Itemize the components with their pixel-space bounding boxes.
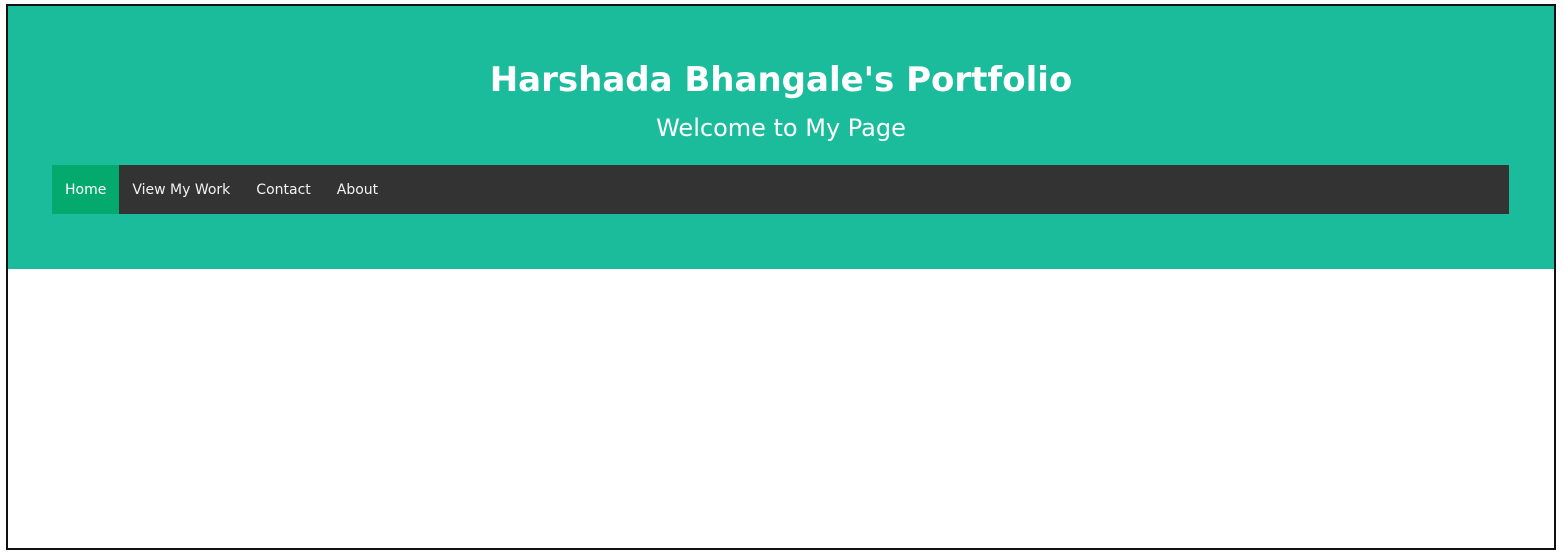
nav-item-view-my-work[interactable]: View My Work: [119, 165, 243, 214]
nav-item-about[interactable]: About: [324, 165, 391, 214]
browser-viewport: Harshada Bhangale's Portfolio Welcome to…: [6, 4, 1556, 550]
nav-item-home[interactable]: Home: [52, 165, 120, 214]
nav-item-contact[interactable]: Contact: [243, 165, 323, 214]
page-title: Harshada Bhangale's Portfolio: [489, 60, 1073, 100]
navbar: Home View My Work Contact About: [52, 165, 1509, 214]
page-subtitle: Welcome to My Page: [656, 114, 906, 142]
hero-header: Harshada Bhangale's Portfolio Welcome to…: [8, 6, 1554, 269]
